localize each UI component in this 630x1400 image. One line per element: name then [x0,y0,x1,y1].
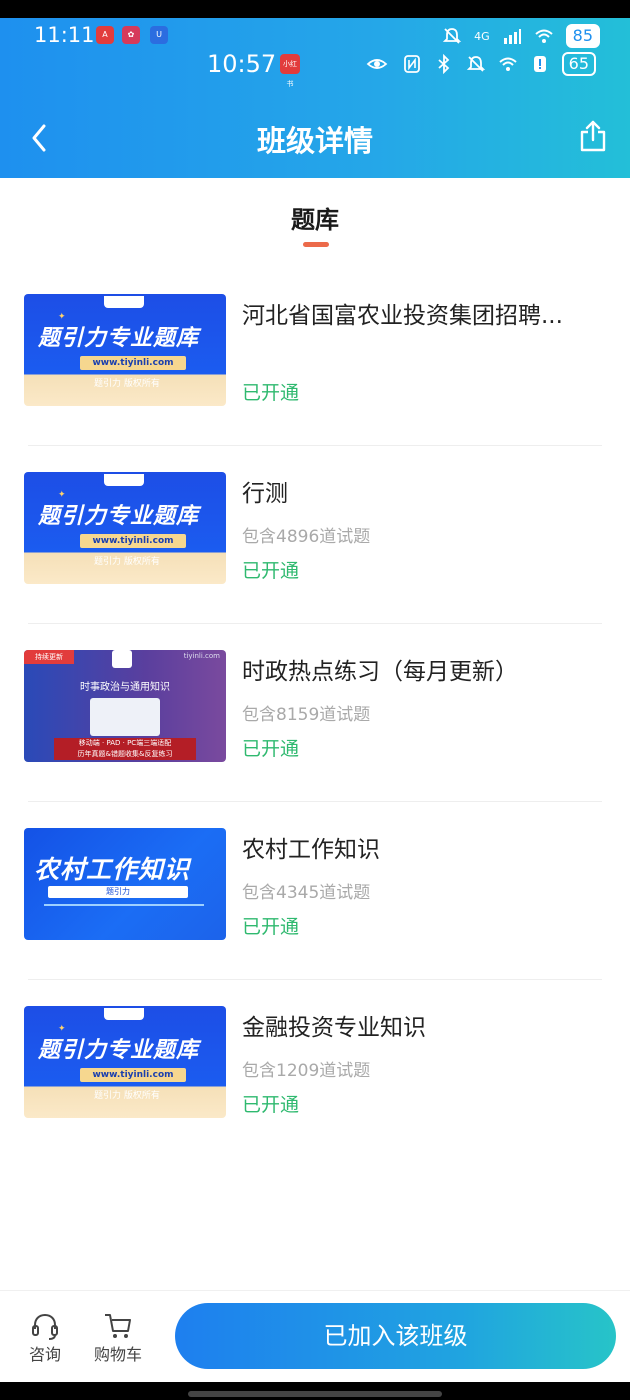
app-badge-icon: ✿ [122,26,140,44]
thumbnail-heading: 题引力专业题库 [38,504,200,529]
thumbnail-site: tiyinli.com [183,652,220,660]
header: 11:11 A ✿ U 4G 85 10:57 小红书 65 班级详情 [0,18,630,178]
inner-battery: 65 [561,52,596,76]
item-status: 已开通 [242,738,300,760]
thumbnail-banner-line: 移动端 · PAD · PC端三端适配 [78,739,172,747]
question-bank-list: ✦ 题引力专业题库 www.tiyinli.com 题引力 版权所有 河北省国富… [0,268,630,1158]
thumbnail-url: www.tiyinli.com [80,1068,186,1082]
thumbnail-banner-line: 历年真题&错题收集&反复练习 [77,750,173,758]
item-count: 包含8159道试题 [242,705,371,725]
consult-label: 咨询 [28,1345,61,1364]
thumbnail-url: www.tiyinli.com [80,534,186,548]
alert-icon [533,56,546,72]
app-badge-icon: A [96,26,114,44]
wifi-icon [498,57,517,71]
eye-icon [366,59,387,69]
tab-question-bank[interactable]: 题库 [0,200,630,235]
cart-button[interactable]: 购物车 [88,1311,148,1365]
course-thumbnail: 持续更新 tiyinli.com 时事政治与通用知识 移动端 · PAD · P… [24,650,226,762]
thumbnail-copyright: 题引力 版权所有 [94,557,160,567]
cart-icon [105,1314,131,1338]
bottom-action-bar: 咨询 购物车 已加入该班级 [0,1290,630,1382]
thumbnail-url: www.tiyinli.com [80,356,186,370]
item-status: 已开通 [242,916,300,938]
item-count: 包含4345道试题 [242,883,371,903]
brand-logo-icon [104,474,144,486]
mute-bell-icon [466,56,485,72]
share-button[interactable] [578,118,608,154]
item-title: 金融投资专业知识 [242,1015,426,1041]
item-status: 已开通 [242,560,300,582]
list-item[interactable]: ✦ 题引力专业题库 www.tiyinli.com 题引力 版权所有 河北省国富… [0,268,630,446]
page: 11:11 A ✿ U 4G 85 10:57 小红书 65 班级详情 题库 ✦… [0,0,630,1400]
item-title: 时政热点练习（每月更新） [242,659,518,685]
joined-class-button[interactable]: 已加入该班级 [175,1303,616,1369]
list-item[interactable]: ✦ 题引力专业题库 www.tiyinli.com 题引力 版权所有 行测 包含… [0,446,630,624]
list-item[interactable]: 持续更新 tiyinli.com 时事政治与通用知识 移动端 · PAD · P… [0,624,630,802]
inner-status-time: 10:57 [207,50,277,78]
course-thumbnail: ✦ 题引力专业题库 www.tiyinli.com 题引力 版权所有 [24,294,226,406]
item-title: 河北省国富农业投资集团招聘... [242,303,563,329]
list-item[interactable]: ✦ 题引力专业题库 www.tiyinli.com 题引力 版权所有 金融投资专… [0,980,630,1158]
outer-battery: 85 [565,24,600,48]
outer-status-icons: 4G 85 [442,24,600,48]
brand-logo-icon [112,650,132,668]
headset-icon [32,1313,58,1340]
thumbnail-subtitle: 时事政治与通用知识 [80,682,170,693]
thumbnail-copyright: 题引力 版权所有 [94,1091,160,1101]
thumbnail-heading: 题引力专业题库 [38,326,200,351]
thumbnail-copyright: 题引力 版权所有 [94,379,160,389]
thumbnail-heading: 题引力专业题库 [38,1038,200,1063]
signal-icon [503,29,521,44]
page-title: 班级详情 [256,124,373,158]
nfc-icon [403,55,420,73]
consult-button[interactable]: 咨询 [15,1311,75,1365]
home-indicator[interactable] [188,1391,442,1397]
shield-badge-icon: U [150,26,168,44]
list-item[interactable]: 农村工作知识 题引力 农村工作知识 包含4345道试题 已开通 [0,802,630,980]
item-count: 包含1209道试题 [242,1061,371,1081]
brand-logo-icon [104,296,144,308]
thumbnail-heading: 农村工作知识 [34,855,191,884]
device-top-bar [0,0,630,18]
wifi-icon [534,29,553,43]
network-type: 4G [474,29,490,43]
course-thumbnail: 农村工作知识 题引力 [24,828,226,940]
thumbnail-tag: 持续更新 [24,650,74,664]
item-count: 包含4896道试题 [242,527,371,547]
xiaohongshu-badge: 小红书 [280,54,300,88]
thumbnail-banner: 移动端 · PAD · PC端三端适配 历年真题&错题收集&反复练习 [54,738,196,760]
item-status: 已开通 [242,382,300,404]
brand-logo-icon [104,1008,144,1020]
outer-status-time: 11:11 [34,23,95,47]
item-title: 行测 [242,481,288,507]
item-status: 已开通 [242,1094,300,1116]
thumbnail-ribbon: 题引力 [48,886,188,898]
mute-bell-icon [442,28,462,44]
thumbnail-line [44,904,204,906]
cart-label: 购物车 [93,1345,142,1364]
bluetooth-icon [438,54,449,74]
course-thumbnail: ✦ 题引力专业题库 www.tiyinli.com 题引力 版权所有 [24,472,226,584]
inner-status-icons: 65 [364,52,596,76]
device-mockup-icon [90,698,160,736]
item-title: 农村工作知识 [242,837,380,863]
tab-indicator [303,242,329,247]
course-thumbnail: ✦ 题引力专业题库 www.tiyinli.com 题引力 版权所有 [24,1006,226,1118]
